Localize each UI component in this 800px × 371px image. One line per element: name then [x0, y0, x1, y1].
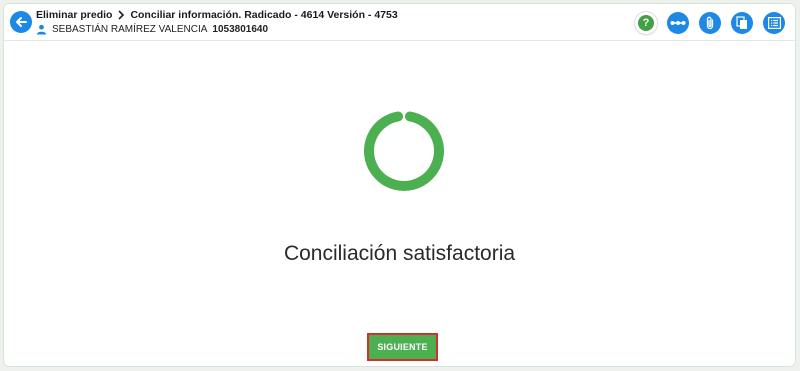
back-button[interactable] [10, 11, 32, 33]
paperclip-icon [706, 16, 714, 30]
header-actions: ? [635, 12, 785, 34]
breadcrumb-parent[interactable]: Eliminar predio [36, 9, 112, 21]
success-ring-icon [364, 111, 444, 191]
list-button[interactable] [763, 12, 785, 34]
person-icon [36, 24, 47, 35]
documents-button[interactable] [731, 12, 753, 34]
next-button[interactable]: SIGUIENTE [367, 333, 438, 361]
attach-button[interactable] [699, 12, 721, 34]
page-frame: Eliminar predio Conciliar información. R… [3, 3, 796, 367]
status-message: Conciliación satisfactoria [283, 242, 516, 265]
workflow-icon [670, 21, 686, 25]
breadcrumb-current: Conciliar información. Radicado - 4614 V… [130, 9, 398, 21]
help-button[interactable]: ? [635, 12, 657, 34]
header: Eliminar predio Conciliar información. R… [4, 4, 795, 41]
breadcrumb: Eliminar predio Conciliar información. R… [36, 9, 398, 21]
question-icon: ? [638, 15, 654, 31]
user-name: SEBASTIÁN RAMÍREZ VALENCIA [52, 24, 208, 35]
chevron-right-icon [117, 10, 125, 20]
workflow-button[interactable] [667, 12, 689, 34]
list-icon [767, 17, 781, 29]
documents-icon [736, 16, 747, 29]
user-info: SEBASTIÁN RAMÍREZ VALENCIA 1053801640 [36, 24, 268, 35]
arrow-left-icon [16, 17, 27, 27]
user-id: 1053801640 [212, 24, 269, 35]
